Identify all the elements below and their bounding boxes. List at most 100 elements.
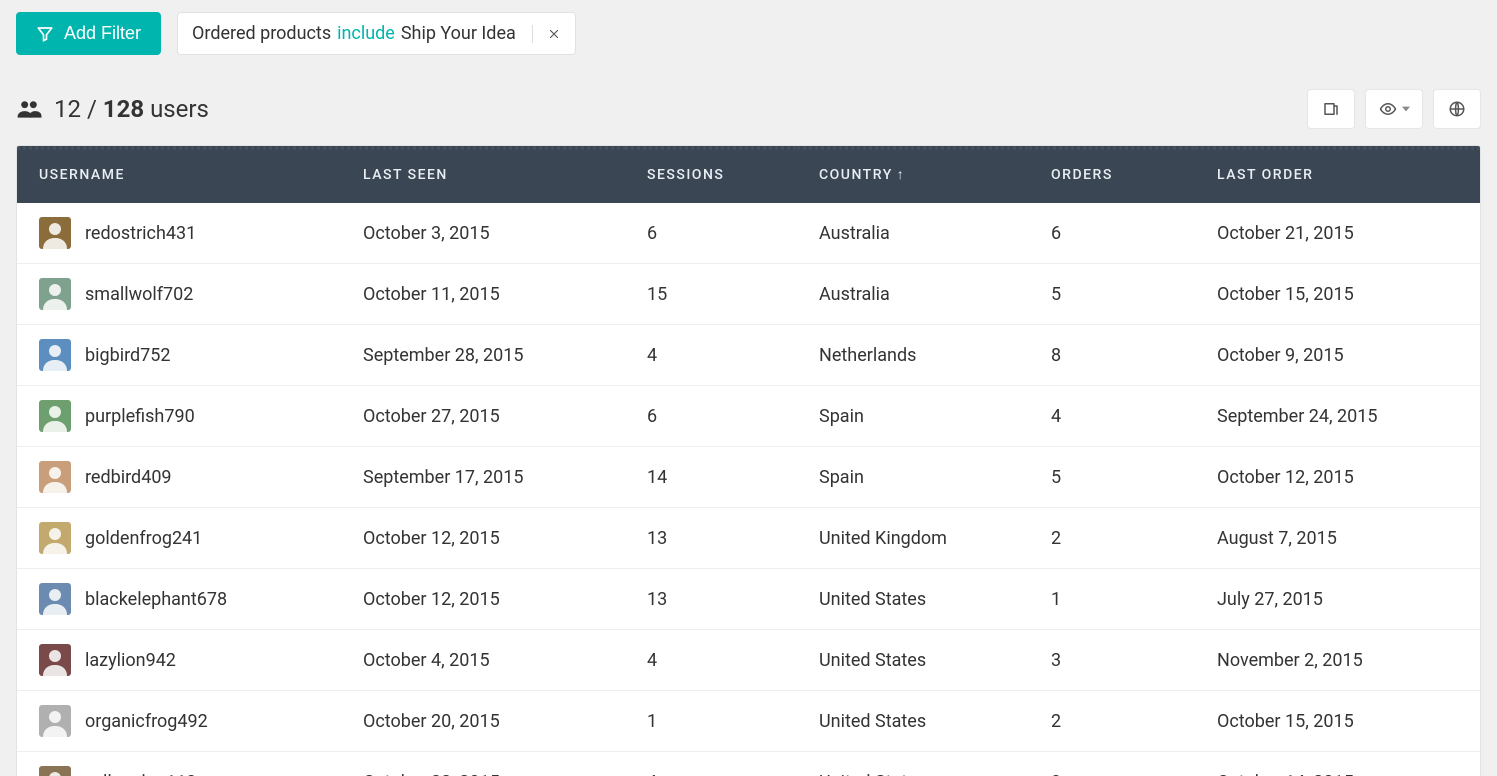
username-cell: redostrich431	[85, 223, 196, 244]
orders-cell: 2	[1029, 508, 1195, 569]
column-header[interactable]: Last Seen	[341, 146, 625, 203]
country-cell: United States	[797, 691, 1029, 752]
export-button[interactable]	[1307, 89, 1355, 129]
sessions-cell: 4	[625, 325, 797, 386]
last-order-cell: October 12, 2015	[1195, 447, 1480, 508]
table-row[interactable]: redostrich431October 3, 20156Australia6O…	[17, 203, 1480, 264]
username-cell: yellowdog113	[85, 772, 196, 776]
last-order-cell: October 15, 2015	[1195, 691, 1480, 752]
last-seen-cell: September 17, 2015	[341, 447, 625, 508]
country-cell: Australia	[797, 264, 1029, 325]
table-row[interactable]: yellowdog113 October 22, 20154United Stat…	[17, 752, 1480, 776]
last-order-cell: October 14, 2015	[1195, 752, 1480, 776]
column-header-label: Last Seen	[363, 167, 448, 183]
count-separator: /	[87, 95, 97, 123]
sessions-cell: 6	[625, 386, 797, 447]
country-cell: United States	[797, 752, 1029, 776]
username-cell: smallwolf702	[85, 284, 193, 305]
username-cell: organicfrog492	[85, 711, 208, 732]
column-header[interactable]: Last Order	[1195, 146, 1480, 203]
filter-chip-separator	[532, 25, 533, 43]
username-cell: blackelephant678	[85, 589, 227, 610]
sessions-cell: 14	[625, 447, 797, 508]
orders-cell: 3	[1029, 630, 1195, 691]
avatar	[39, 766, 71, 776]
table-row[interactable]: organicfrog492 October 20, 20151United St…	[17, 691, 1480, 752]
filter-chip-remove[interactable]	[547, 27, 561, 41]
column-header-label: Orders	[1051, 167, 1113, 183]
export-icon	[1322, 100, 1340, 118]
last-seen-cell: October 12, 2015	[341, 508, 625, 569]
user-count-summary: 12 / 128 users	[16, 95, 209, 123]
column-header[interactable]: Sessions	[625, 146, 797, 203]
filter-icon	[36, 25, 54, 43]
column-header[interactable]: Username	[17, 146, 341, 203]
last-order-cell: November 2, 2015	[1195, 630, 1480, 691]
add-filter-label: Add Filter	[64, 23, 141, 44]
users-table: Username Last Seen Sessions Country↑ Orders L…	[16, 145, 1481, 776]
last-seen-cell: October 22, 2015	[341, 752, 625, 776]
column-header[interactable]: Country↑	[797, 146, 1029, 203]
sessions-cell: 6	[625, 203, 797, 264]
avatar	[39, 217, 71, 249]
column-header-label: Last Order	[1217, 167, 1313, 183]
last-order-cell: October 21, 2015	[1195, 203, 1480, 264]
close-icon	[547, 27, 561, 41]
orders-cell: 6	[1029, 203, 1195, 264]
sessions-cell: 15	[625, 264, 797, 325]
sessions-cell: 1	[625, 691, 797, 752]
avatar	[39, 278, 71, 310]
column-header-label: Username	[39, 167, 125, 183]
sessions-cell: 4	[625, 752, 797, 776]
username-cell: goldenfrog241	[85, 528, 202, 549]
table-row[interactable]: redbird409September 17, 201514Spain5Octo…	[17, 447, 1480, 508]
filter-chip[interactable]: Ordered products include Ship Your Idea	[177, 12, 576, 55]
username-cell: bigbird752	[85, 345, 171, 366]
orders-cell: 2	[1029, 691, 1195, 752]
table-row[interactable]: bigbird752 September 28, 20154Netherlands…	[17, 325, 1480, 386]
avatar	[39, 400, 71, 432]
country-cell: Netherlands	[797, 325, 1029, 386]
table-row[interactable]: purplefish790 October 27, 20156Spain4Sept…	[17, 386, 1480, 447]
table-row[interactable]: goldenfrog241October 12, 201513United Ki…	[17, 508, 1480, 569]
last-order-cell: August 7, 2015	[1195, 508, 1480, 569]
avatar	[39, 705, 71, 737]
table-actions	[1307, 89, 1481, 129]
filter-toolbar: Add Filter Ordered products include Ship…	[16, 12, 1481, 55]
country-cell: Spain	[797, 386, 1029, 447]
globe-icon	[1448, 100, 1466, 118]
sessions-cell: 13	[625, 569, 797, 630]
avatar	[39, 522, 71, 554]
sessions-cell: 13	[625, 508, 797, 569]
country-cell: Australia	[797, 203, 1029, 264]
last-seen-cell: October 27, 2015	[341, 386, 625, 447]
avatar	[39, 461, 71, 493]
table-row[interactable]: smallwolf702October 11, 201515Australia5…	[17, 264, 1480, 325]
table-row[interactable]: lazylion942October 4, 20154United States…	[17, 630, 1480, 691]
last-order-cell: September 24, 2015	[1195, 386, 1480, 447]
filter-chip-value: Ship Your Idea	[401, 23, 516, 44]
view-options-button[interactable]	[1365, 89, 1423, 129]
username-cell: lazylion942	[85, 650, 176, 671]
last-seen-cell: September 28, 2015	[341, 325, 625, 386]
column-header[interactable]: Orders	[1029, 146, 1195, 203]
last-seen-cell: October 11, 2015	[341, 264, 625, 325]
filter-chip-prefix: Ordered products	[192, 23, 331, 44]
column-header-label: Sessions	[647, 167, 724, 183]
table-row[interactable]: blackelephant678 October 12, 201513United…	[17, 569, 1480, 630]
add-filter-button[interactable]: Add Filter	[16, 12, 161, 55]
last-order-cell: October 9, 2015	[1195, 325, 1480, 386]
users-label: users	[150, 95, 209, 123]
last-order-cell: July 27, 2015	[1195, 569, 1480, 630]
orders-cell: 4	[1029, 386, 1195, 447]
sort-indicator-icon: ↑	[897, 167, 906, 183]
country-cell: United States	[797, 569, 1029, 630]
last-seen-cell: October 20, 2015	[341, 691, 625, 752]
username-cell: redbird409	[85, 467, 172, 488]
globe-button[interactable]	[1433, 89, 1481, 129]
last-seen-cell: October 12, 2015	[341, 569, 625, 630]
caret-down-icon	[1402, 105, 1410, 113]
filter-chip-keyword: include	[337, 23, 395, 44]
username-cell: purplefish790	[85, 406, 195, 427]
last-seen-cell: October 3, 2015	[341, 203, 625, 264]
